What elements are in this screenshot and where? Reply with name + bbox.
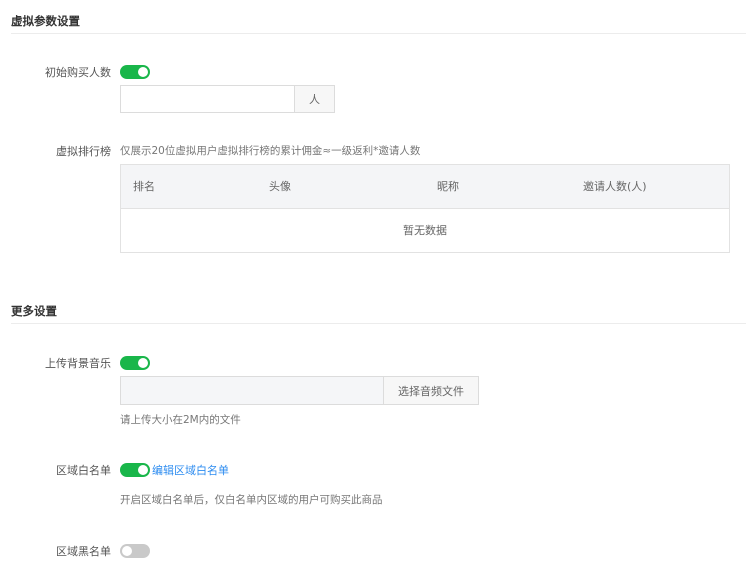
virtual-ranking-label: 虚拟排行榜 (56, 145, 111, 158)
table-header: 排名 头像 昵称 邀请人数(人) (121, 165, 729, 209)
background-music-toggle[interactable] (120, 356, 150, 370)
section-divider (11, 323, 746, 324)
audio-file-field[interactable] (120, 376, 384, 405)
initial-buyers-label: 初始购买人数 (45, 66, 111, 79)
virtual-ranking-description: 仅展示20位虚拟用户虚拟排行榜的累计佣金≈一级返利*邀请人数 (120, 145, 421, 157)
background-music-hint: 请上传大小在2M内的文件 (120, 414, 241, 426)
region-whitelist-toggle[interactable] (120, 463, 150, 477)
column-invite-count: 邀请人数(人) (583, 180, 647, 193)
column-rank: 排名 (133, 180, 155, 193)
edit-region-whitelist-link[interactable]: 编辑区域白名单 (152, 462, 229, 478)
select-audio-file-button[interactable]: 选择音频文件 (383, 376, 479, 405)
column-avatar: 头像 (269, 180, 291, 193)
initial-buyers-toggle[interactable] (120, 65, 150, 79)
toggle-knob (122, 546, 132, 556)
background-music-label: 上传背景音乐 (45, 357, 111, 370)
virtual-ranking-table: 排名 头像 昵称 邀请人数(人) 暂无数据 (120, 164, 730, 253)
section-divider (11, 33, 746, 34)
region-blacklist-toggle[interactable] (120, 544, 150, 558)
table-empty-text: 暂无数据 (121, 209, 729, 252)
toggle-knob (138, 465, 148, 475)
region-whitelist-label: 区域白名单 (56, 464, 111, 477)
toggle-knob (138, 67, 148, 77)
region-whitelist-hint: 开启区域白名单后，仅白名单内区域的用户可购买此商品 (120, 494, 383, 506)
column-nickname: 昵称 (437, 180, 459, 193)
initial-buyers-input[interactable] (120, 85, 295, 113)
region-blacklist-label: 区域黑名单 (56, 545, 111, 558)
section-title-more: 更多设置 (11, 304, 57, 318)
toggle-knob (138, 358, 148, 368)
section-title-virtual: 虚拟参数设置 (11, 14, 80, 28)
initial-buyers-unit: 人 (295, 85, 335, 113)
